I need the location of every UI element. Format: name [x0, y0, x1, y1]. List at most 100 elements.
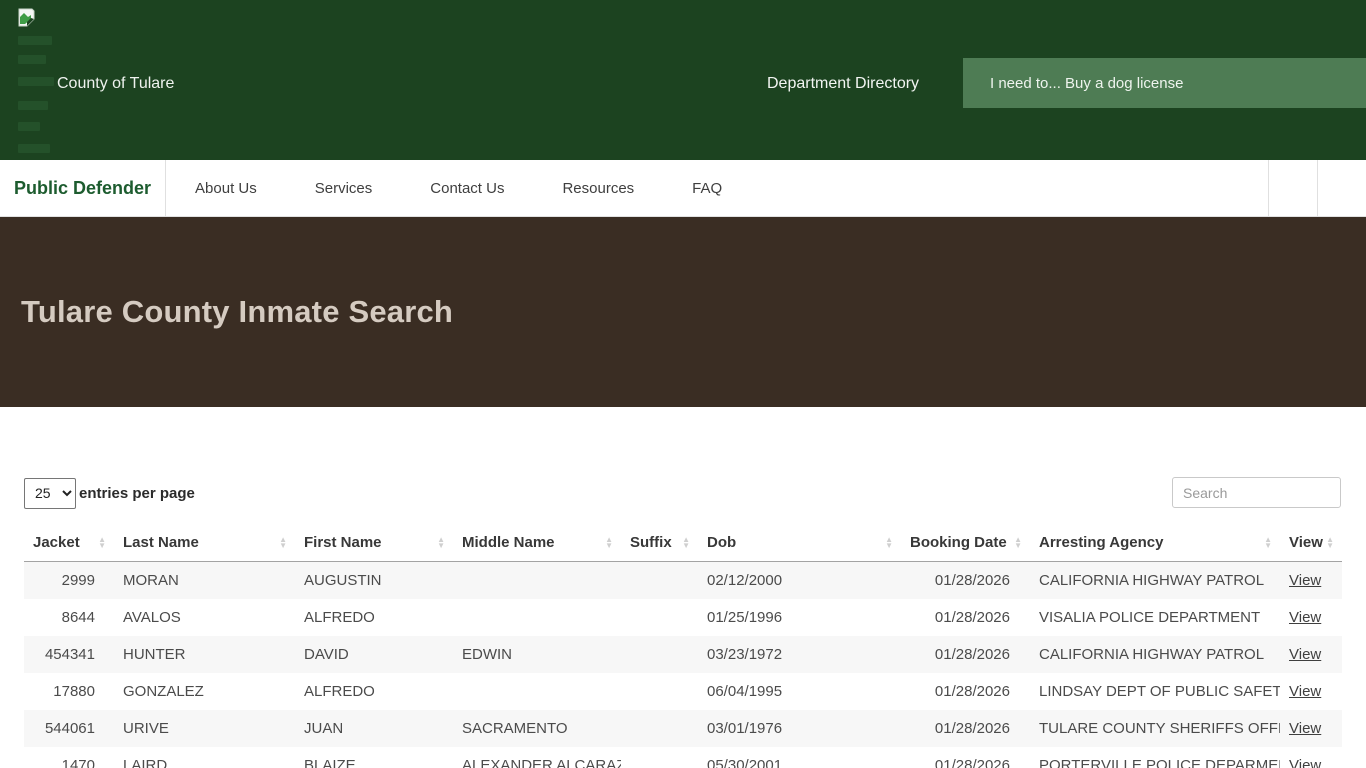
cell-booking-date: 01/28/2026 [934, 683, 1010, 700]
cell-jacket: 8644 [61, 609, 95, 626]
table-row: 8644 AVALOS ALFREDO 01/25/1996 01/28/202… [24, 599, 1342, 636]
table-row: 454341 HUNTER DAVID EDWIN 03/23/1972 01/… [24, 636, 1342, 673]
cell-arresting-agency: CALIFORNIA HIGHWAY PATROL [1030, 561, 1280, 599]
nav-items: About Us Services Contact Us Resources F… [166, 160, 1268, 216]
cell-booking-date: 01/28/2026 [934, 609, 1010, 626]
view-link[interactable]: View [1289, 646, 1321, 663]
cell-booking-date: 01/28/2026 [934, 757, 1010, 768]
nav-item-faq[interactable]: FAQ [663, 180, 751, 197]
cell-first-name: BLAIZE [304, 757, 356, 768]
cell-jacket: 1470 [61, 757, 95, 768]
cell-first-name: DAVID [295, 636, 453, 673]
cell-dob: 01/25/1996 [707, 609, 783, 626]
sort-icon: ▲ ▼ [1014, 534, 1022, 550]
view-link[interactable]: View [1289, 683, 1321, 700]
cell-last-name: GONZALEZ [123, 683, 204, 700]
cell-suffix [621, 673, 698, 710]
search-input[interactable] [1172, 477, 1341, 508]
cell-last-name: MORAN [114, 561, 295, 599]
column-header-first-name[interactable]: First Name ▲ ▼ [295, 524, 453, 562]
cell-jacket: 544061 [24, 710, 114, 747]
inmate-table-body: 2999 MORAN AUGUSTIN 02/12/2000 01/28/202… [24, 561, 1342, 768]
column-header-last-name[interactable]: Last Name ▲ ▼ [114, 524, 295, 562]
cell-dob: 05/30/2001 [707, 757, 783, 768]
cell-middle-name [453, 561, 621, 599]
cell-middle-name: SACRAMENTO [453, 710, 621, 747]
sort-icon: ▲ ▼ [279, 534, 287, 550]
cell-arresting-agency: CALIFORNIA HIGHWAY PATROL [1030, 636, 1280, 673]
sort-icon: ▲ ▼ [885, 534, 893, 550]
sort-icon: ▲ ▼ [682, 534, 690, 550]
nav-item-about-us[interactable]: About Us [166, 180, 286, 197]
sort-icon: ▲ ▼ [1264, 534, 1272, 550]
table-row: 544061 URIVE JUAN SACRAMENTO 03/01/1976 … [24, 710, 1342, 747]
cell-last-name: URIVE [114, 710, 295, 747]
cell-dob: 03/01/1976 [698, 710, 901, 747]
nav-item-services[interactable]: Services [286, 180, 402, 197]
cell-dob: 06/04/1995 [707, 683, 783, 700]
site-name[interactable]: County of Tulare [57, 75, 174, 93]
cell-middle-name: EDWIN [453, 636, 621, 673]
i-need-to-button[interactable]: I need to... Buy a dog license [963, 58, 1366, 108]
view-link[interactable]: View [1289, 757, 1321, 768]
cell-jacket: 2999 [24, 561, 114, 599]
cell-first-name: AUGUSTIN [295, 561, 453, 599]
cell-suffix [621, 599, 698, 636]
nav-cell-2[interactable] [1317, 160, 1366, 216]
cell-arresting-agency: LINDSAY DEPT OF PUBLIC SAFETY [1039, 683, 1280, 700]
view-link[interactable]: View [1289, 720, 1321, 737]
site-header: County of Tulare Department Directory I … [0, 0, 1366, 160]
cell-last-name: LAIRD [123, 757, 168, 768]
entries-per-page-label: entries per page [79, 484, 195, 502]
cell-middle-name [453, 599, 621, 636]
cell-arresting-agency: TULARE COUNTY SHERIFFS OFFICE [1030, 710, 1280, 747]
main-nav: Public Defender About Us Services Contac… [0, 160, 1366, 217]
nav-item-resources[interactable]: Resources [533, 180, 663, 197]
county-logo-broken-image-icon [18, 8, 35, 32]
cell-suffix [621, 710, 698, 747]
cell-first-name: ALFREDO [304, 609, 375, 626]
cell-dob: 03/23/1972 [698, 636, 901, 673]
sort-icon: ▲ ▼ [605, 534, 613, 550]
page-title: Tulare County Inmate Search [21, 294, 454, 329]
table-controls: 25 entries per page [24, 477, 1342, 509]
cell-arresting-agency: PORTERVILLE POLICE DEPARMENT [1039, 757, 1280, 768]
column-header-dob[interactable]: Dob ▲ ▼ [698, 524, 901, 562]
entries-per-page-select[interactable]: 25 [24, 477, 76, 509]
table-header-row: Jacket ▲ ▼ Last Name ▲ ▼ First Name ▲ ▼ Middle… [24, 524, 1342, 562]
view-link[interactable]: View [1289, 609, 1321, 626]
department-directory-link[interactable]: Department Directory [767, 75, 919, 93]
sort-icon: ▲ ▼ [1326, 534, 1334, 550]
cell-booking-date: 01/28/2026 [901, 561, 1030, 599]
cell-arresting-agency: VISALIA POLICE DEPARTMENT [1039, 609, 1261, 626]
cell-jacket: 17880 [53, 683, 95, 700]
cell-middle-name [453, 673, 621, 710]
nav-item-contact-us[interactable]: Contact Us [401, 180, 533, 197]
logo-alt-text-lines [18, 36, 54, 163]
cell-suffix [621, 636, 698, 673]
cell-middle-name: ALEXANDER ALCARAZ [462, 757, 621, 768]
column-header-suffix[interactable]: Suffix ▲ ▼ [621, 524, 698, 562]
cell-last-name: AVALOS [123, 609, 181, 626]
column-header-view[interactable]: View ▲ ▼ [1280, 524, 1342, 562]
cell-booking-date: 01/28/2026 [901, 636, 1030, 673]
cell-first-name: JUAN [295, 710, 453, 747]
nav-cell-1[interactable] [1268, 160, 1317, 216]
sort-icon: ▲ ▼ [98, 534, 106, 550]
view-link[interactable]: View [1289, 572, 1321, 589]
column-header-middle-name[interactable]: Middle Name ▲ ▼ [453, 524, 621, 562]
cell-suffix [621, 747, 698, 768]
cell-suffix [621, 561, 698, 599]
nav-right-cells [1268, 160, 1366, 216]
column-header-arresting-agency[interactable]: Arresting Agency ▲ ▼ [1030, 524, 1280, 562]
nav-brand-public-defender[interactable]: Public Defender [0, 160, 167, 216]
column-header-jacket[interactable]: Jacket ▲ ▼ [24, 524, 114, 562]
table-row: 17880 GONZALEZ ALFREDO 06/04/1995 01/28/… [24, 673, 1342, 710]
table-row: 1470 LAIRD BLAIZE ALEXANDER ALCARAZ 05/3… [24, 747, 1342, 768]
column-header-booking-date[interactable]: Booking Date ▲ ▼ [901, 524, 1030, 562]
cell-booking-date: 01/28/2026 [901, 710, 1030, 747]
cell-jacket: 454341 [24, 636, 114, 673]
sort-icon: ▲ ▼ [437, 534, 445, 550]
main-content: 25 entries per page Jacket▲▼ Last Name▲▼… [0, 407, 1366, 768]
inmate-table: Jacket ▲ ▼ Last Name ▲ ▼ First Name ▲ ▼ Middle… [24, 524, 1342, 768]
